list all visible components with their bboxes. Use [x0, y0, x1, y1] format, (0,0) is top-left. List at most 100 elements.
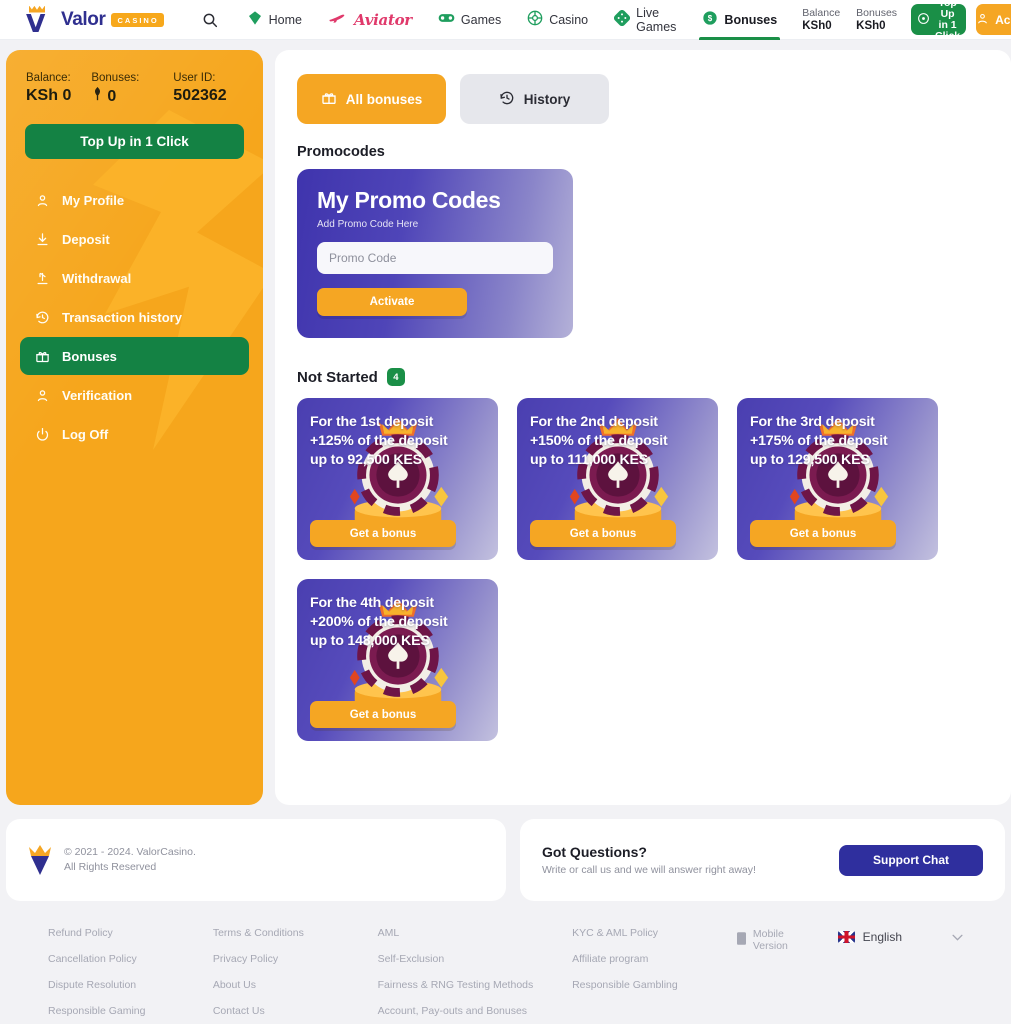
nav-item-home[interactable]: Home — [234, 0, 315, 40]
balance-value: KSh0 — [802, 19, 832, 32]
logo-casino-badge: CASINO — [111, 12, 164, 27]
bonus-card-grid: For the 1st deposit +125% of the deposit… — [297, 398, 989, 741]
footer-link[interactable]: Refund Policy — [48, 927, 213, 939]
footer-link-column-2: Terms & Conditions Privacy Policy About … — [213, 927, 378, 1017]
mobile-phone-icon — [736, 932, 746, 948]
top-header: V Valor CASINO Home Aviator Games Casino… — [0, 0, 1011, 41]
nav-item-games[interactable]: Games — [425, 0, 514, 40]
power-icon — [34, 426, 51, 443]
main-nav: Home Aviator Games Casino Live Games $ B… — [234, 0, 791, 40]
bonus-line-1: For the 2nd deposit — [530, 414, 658, 430]
get-bonus-button[interactable]: Get a bonus — [750, 520, 896, 547]
promocodes-title: Promocodes — [297, 144, 385, 160]
nav-item-aviator[interactable]: Aviator — [315, 0, 425, 40]
account-button[interactable]: Account — [976, 4, 1011, 35]
account-label: Account — [995, 12, 1011, 27]
promo-code-input[interactable] — [317, 242, 553, 274]
sidebar-item-my-profile[interactable]: My Profile — [20, 181, 249, 219]
footer-link[interactable]: Cancellation Policy — [48, 953, 213, 965]
nav-label: Bonuses — [724, 12, 778, 27]
footer-link[interactable]: Contact Us — [213, 1005, 378, 1017]
copyright-line-2: All Rights Reserved — [64, 861, 157, 873]
promo-code-card: My Promo Codes Add Promo Code Here Activ… — [297, 169, 573, 338]
sidebar-item-label: Transaction history — [62, 309, 182, 325]
sidebar-item-label: Verification — [62, 387, 133, 403]
footer-link[interactable]: AML — [378, 927, 572, 939]
gift-icon — [321, 90, 337, 109]
not-started-header: Not Started 4 — [297, 368, 989, 386]
valor-logo-icon — [28, 845, 52, 875]
bonus-card[interactable]: For the 3rd deposit +175% of the deposit… — [737, 398, 938, 560]
header-balance: Balance KSh0 — [802, 7, 840, 33]
bonus-card[interactable]: For the 1st deposit +125% of the deposit… — [297, 398, 498, 560]
bonus-line-3: up to 148,000 KES — [310, 633, 430, 649]
footer-link-column-3: AML Self-Exclusion Fairness & RNG Testin… — [378, 927, 572, 1017]
footer: © 2021 - 2024. ValorCasino. All Rights R… — [0, 805, 1011, 1017]
sidebar-item-label: Withdrawal — [62, 270, 132, 286]
nav-item-live-games[interactable]: Live Games — [601, 0, 689, 40]
footer-link[interactable]: Dispute Resolution — [48, 979, 213, 991]
brand-logo[interactable]: V Valor CASINO — [26, 5, 164, 36]
footer-link[interactable]: Fairness & RNG Testing Methods — [378, 979, 572, 991]
nav-item-casino[interactable]: Casino — [514, 0, 601, 40]
nav-label: Games — [460, 12, 502, 27]
download-icon — [34, 231, 51, 248]
header-bonuses: Bonuses KSh0 — [856, 7, 897, 33]
sidebar-item-bonuses[interactable]: Bonuses — [20, 337, 249, 375]
history-clock-icon — [34, 309, 51, 326]
activate-promo-button[interactable]: Activate — [317, 288, 467, 316]
user-icon — [34, 192, 51, 209]
nav-item-bonuses[interactable]: $ Bonuses — [689, 0, 790, 40]
bonus-card-text: For the 1st deposit +125% of the deposit… — [310, 413, 485, 470]
footer-link[interactable]: Privacy Policy — [213, 953, 378, 965]
get-bonus-button[interactable]: Get a bonus — [310, 701, 456, 728]
bonus-amount: 0 — [107, 87, 117, 105]
upload-arrow-icon — [34, 270, 51, 287]
sidebar-item-deposit[interactable]: Deposit — [20, 220, 249, 258]
logo-wordmark: Valor — [61, 8, 106, 30]
bonuses-label: Bonuses — [856, 6, 898, 19]
balance-label: Balance — [802, 6, 841, 19]
support-chat-button[interactable]: Support Chat — [839, 844, 983, 876]
get-bonus-button[interactable]: Get a bonus — [530, 520, 676, 547]
svg-text:$: $ — [708, 14, 713, 23]
sidebar-topup-button[interactable]: Top Up in 1 Click — [25, 124, 244, 159]
footer-support-card: Got Questions? Write or call us and we w… — [519, 819, 1005, 901]
mobile-version-link[interactable]: Mobile Version — [736, 928, 804, 952]
sidebar-stat-balance: Balance: KSh 0 — [26, 70, 71, 107]
footer-copyright-card: © 2021 - 2024. ValorCasino. All Rights R… — [6, 819, 506, 901]
footer-link[interactable]: Responsible Gambling — [572, 979, 737, 991]
bonus-tabs: All bonuses History — [297, 74, 989, 124]
sidebar-item-log-off[interactable]: Log Off — [20, 415, 249, 453]
plus-circle-icon — [917, 12, 930, 28]
sidebar-item-withdrawal[interactable]: Withdrawal — [20, 259, 249, 297]
footer-link[interactable]: About Us — [213, 979, 378, 991]
nav-label: Aviator — [354, 10, 412, 29]
header-topup-button[interactable]: Top Up in 1 Click — [911, 0, 967, 41]
tab-all-bonuses[interactable]: All bonuses — [297, 74, 446, 124]
footer-link-column-4: KYC & AML Policy Affiliate program Respo… — [572, 927, 737, 1017]
bonus-card[interactable]: For the 4th deposit +200% of the deposit… — [297, 579, 498, 741]
stat-value: 502362 — [173, 87, 227, 104]
promo-card-subtitle: Add Promo Code Here — [317, 219, 419, 230]
bonus-card-text: For the 3rd deposit +175% of the deposit… — [750, 413, 925, 470]
get-bonus-button[interactable]: Get a bonus — [310, 520, 456, 547]
language-label: English — [862, 930, 903, 944]
copyright-text: © 2021 - 2024. ValorCasino. All Rights R… — [64, 845, 196, 875]
tab-history[interactable]: History — [460, 74, 609, 124]
footer-link[interactable]: Terms & Conditions — [213, 927, 378, 939]
sidebar-item-verification[interactable]: Verification — [20, 376, 249, 414]
footer-link[interactable]: Responsible Gaming — [48, 1005, 213, 1017]
sidebar-stat-bonuses: Bonuses: 0 — [91, 70, 139, 107]
footer-link[interactable]: Self-Exclusion — [378, 953, 572, 965]
bonus-line-1: For the 3rd deposit — [750, 414, 875, 430]
language-selector[interactable]: English — [837, 928, 963, 946]
bonus-card[interactable]: For the 2nd deposit +150% of the deposit… — [517, 398, 718, 560]
sidebar-item-transaction-history[interactable]: Transaction history — [20, 298, 249, 336]
bonus-line-2: +200% of the deposit — [310, 614, 448, 630]
footer-link[interactable]: Affiliate program — [572, 953, 737, 965]
footer-link[interactable]: KYC & AML Policy — [572, 927, 737, 939]
plane-icon — [328, 11, 348, 28]
search-icon[interactable] — [202, 9, 218, 31]
footer-link[interactable]: Account, Pay-outs and Bonuses — [378, 1005, 572, 1017]
